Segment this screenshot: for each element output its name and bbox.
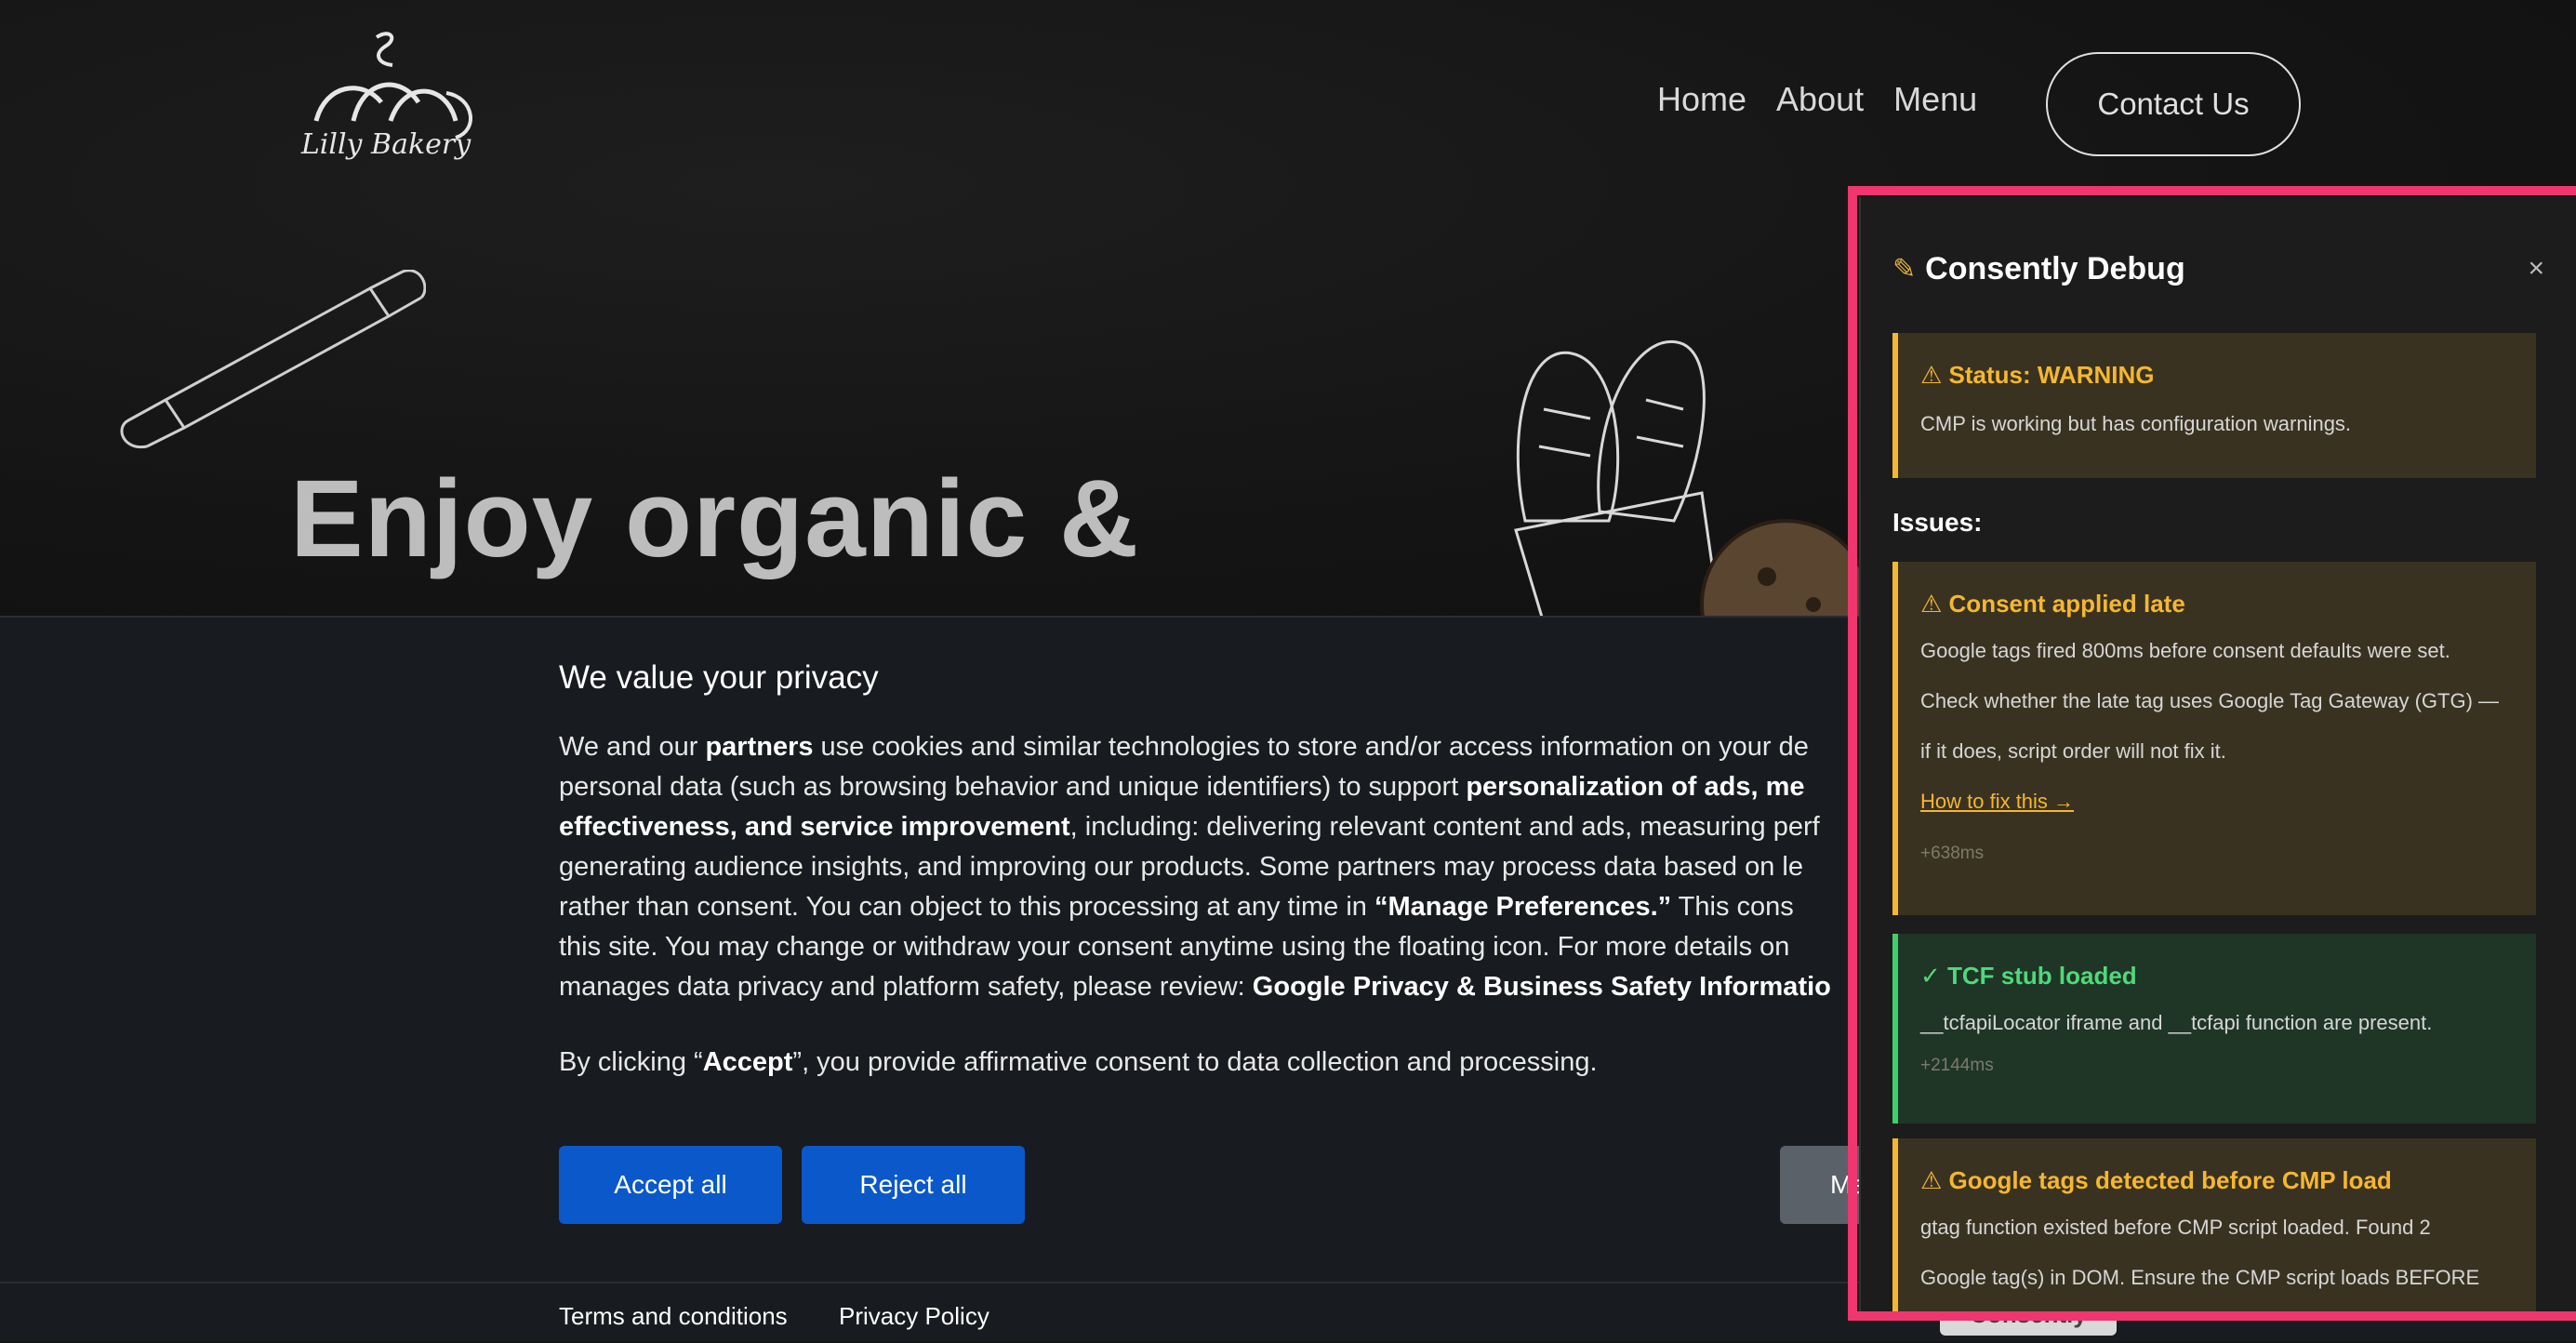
consently-debug-panel: ✎ Consently Debug × ⚠ Status: WARNING CM… [1859,197,2576,1311]
consent-text-line: generating audience insights, and improv… [559,847,1917,887]
issue-text-line: Check whether the late tag uses Google T… [1920,689,2500,712]
consent-text-run: rather than consent. You can object to t… [559,892,1374,922]
bread-basket-illustration [1514,340,1871,618]
consent-text-line: effectiveness, and service improvement, … [559,807,1917,847]
consent-text-run: generating audience insights, and improv… [559,852,1804,882]
consent-text-line: rather than consent. You can object to t… [559,887,1917,927]
issue-heading: ✓ TCF stub loaded [1920,962,2137,990]
reject-all-button[interactable]: Reject all [802,1146,1025,1224]
consent-text-run: manages data privacy and platform safety… [559,972,1253,1002]
consent-text-line: manages data privacy and platform safety… [559,967,1917,1007]
bread-logo-icon [313,32,472,140]
site-logo[interactable]: Lilly Bakery [288,28,484,177]
consent-description: We and our partners use cookies and simi… [559,727,1917,1007]
consent-text-run: personal data (such as browsing behavior… [559,772,1467,802]
consent-text-run: partners [705,732,814,762]
consent-text-line: We and our partners use cookies and simi… [559,727,1917,767]
consent-text-run: “Manage Preferences.” [1374,892,1672,922]
rolling-pin-illustration [120,270,426,449]
consent-text-run: effectiveness, and service improvement [559,812,1070,842]
status-card: ⚠ Status: WARNING CMP is working but has… [1892,333,2536,478]
consent-text-run: We and our [559,732,706,762]
hero-headline: Enjoy organic & [290,458,1140,580]
terms-link[interactable]: Terms and conditions [559,1302,788,1331]
privacy-policy-link[interactable]: Privacy Policy [839,1302,989,1331]
debug-panel-highlight: ✎ Consently Debug × ⚠ Status: WARNING CM… [1848,186,2576,1321]
nav-menu-link[interactable]: Menu [1893,80,1977,119]
how-to-fix-link[interactable]: How to fix this → [1920,790,2516,814]
consent-text-run: use cookies and similar technologies to … [813,732,1809,762]
issue-timestamp: +2144ms [1920,1056,1994,1075]
consent-text-line: personal data (such as browsing behavior… [559,767,1917,807]
consent-text-run: this site. You may change or withdraw yo… [559,932,1790,962]
consent-text-run: Accept [702,1047,793,1077]
issue-card: ⚠ Consent applied late Google tags fired… [1892,562,2536,915]
issue-heading: ⚠ Google tags detected before CMP load [1920,1166,2392,1194]
accept-all-button[interactable]: Accept all [559,1146,782,1224]
consent-title: We value your privacy [559,659,879,696]
consent-affirmation-text: By clicking “Accept”, you provide affirm… [559,1047,1598,1078]
debug-title: ✎ Consently Debug [1892,251,2185,287]
status-heading: ⚠ Status: WARNING [1920,361,2155,389]
consent-text-run: personalization of ads, me [1466,772,1805,802]
issue-card: ✓ TCF stub loaded __tcfapiLocator iframe… [1892,934,2536,1124]
consent-text-line: this site. You may change or withdraw yo… [559,927,1917,967]
debug-title-text: Consently Debug [1925,251,2185,286]
issue-heading: ⚠ Consent applied late [1920,590,2185,618]
wrench-icon: ✎ [1892,254,1917,285]
issue-text-line: gtag function existed before CMP script … [1920,1216,2431,1239]
main-nav: Home About Menu [1657,80,1977,119]
consent-text-run: This cons [1671,892,1794,922]
consent-text-run: ”, you provide affirmative consent to da… [792,1047,1598,1077]
consent-text-run: By clicking “ [559,1047,703,1077]
issue-card: ⚠ Google tags detected before CMP load g… [1892,1138,2536,1311]
consent-text-run: Google Privacy & Business Safety Informa… [1252,972,1831,1002]
issue-text-line: __tcfapiLocator iframe and __tcfapi func… [1920,1011,2433,1034]
issue-timestamp: +638ms [1920,844,1985,863]
issue-text-line: Google tags fired 800ms before consent d… [1920,639,2450,662]
nav-home-link[interactable]: Home [1657,80,1746,119]
issue-text-line: Google tag(s) in DOM. Ensure the CMP scr… [1920,1266,2480,1289]
contact-us-button[interactable]: Contact Us [2046,52,2301,156]
close-icon[interactable]: × [2528,253,2544,285]
nav-about-link[interactable]: About [1776,80,1864,119]
issues-label: Issues: [1892,508,1983,537]
status-text: CMP is working but has configuration war… [1920,412,2352,435]
logo-text: Lilly Bakery [300,128,471,161]
issue-text-line: if it does, script order will not fix it… [1920,739,2226,763]
consent-text-run: , including: delivering relevant content… [1069,812,1820,842]
